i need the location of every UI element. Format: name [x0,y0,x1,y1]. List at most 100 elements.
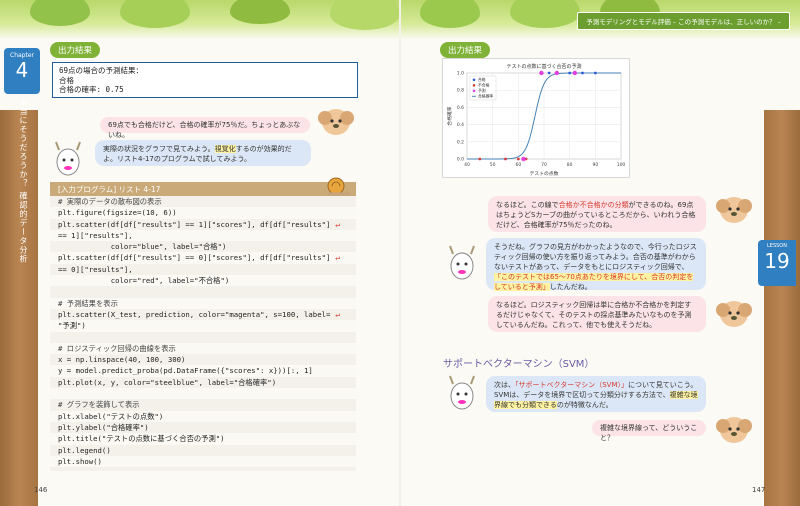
bubble-text: 実際の状況をグラフで見てみよう。 [103,145,215,153]
legend-marker [472,89,476,93]
speech-bubble: 複雑な境界線って、どういうこと？ [592,420,706,442]
legend-label: 合格確率 [478,94,493,99]
bubble-highlight: 「サポートベクターマシン（SVM）」 [515,381,628,389]
code-text: plt.scatter(df[df["results"] == 0]["scor… [58,253,331,263]
chart-title: テストの点数に基づく合否の予測 [506,63,581,70]
code-line: plt.plot(x, y, color="steelblue", label=… [50,377,356,388]
code-comment-line: # グラフを装飾して表示 [50,399,356,410]
line-continuation-icon: ↵ [330,219,341,229]
bubble-text: 次は、 [494,381,515,389]
x-tick-label: 100 [617,162,626,168]
line-continuation-icon: ↵ [330,309,341,319]
code-text: plt.plot(x, y, color="steelblue", label=… [58,377,277,387]
data-point [539,70,544,76]
legend-marker [472,78,476,82]
running-header: 予測モデリングとモデル評価 – この予測モデルは、正しいのか？ – [577,12,790,30]
code-line: plt.title("テストの点数に基づく合否の予測") [50,433,356,445]
data-point [504,157,507,161]
output-line: 合格の確率: 0.75 [59,85,124,94]
data-point [521,156,526,162]
code-text: # 予測結果を表示 [58,298,118,308]
code-text: plt.ylabel("合格確率") [58,422,149,432]
speech-bubble: 実際の状況をグラフで見てみよう。視覚化するのが効果的だよ。リスト4-17のプログ… [95,140,311,166]
code-text: color="blue", label="合格") [58,242,227,252]
legend-label: 予測 [478,88,486,93]
code-line: plt.scatter(df[df["results"] == 1]["scor… [50,219,356,230]
code-text: plt.scatter(X_test, prediction, color="m… [58,309,331,319]
speech-bubble: そうだね。グラフの見方がわかったようなので、今行ったロジスティック回帰の使い方を… [486,238,706,291]
code-line: color="blue", label="合格") [50,241,356,252]
lesson-number: 19 [764,249,790,273]
data-point [581,71,584,75]
logistic-chart: 40 50 60 70 80 90 100 0.0 0.2 0.4 0.6 0.8 1.0 テストの点数に… [442,58,630,178]
code-text: plt.title("テストの点数に基づく合否の予測") [58,434,225,444]
tree-trunk-right [764,110,800,506]
y-tick-label: 0.4 [457,122,464,128]
y-tick-label: 0.0 [457,157,464,163]
page-number-left: 146 [34,486,48,494]
code-line [50,388,356,400]
code-text: plt.legend() [58,445,111,455]
snail-icon [326,176,352,196]
code-listing-title: [入力プログラム] リスト 4-17 [50,182,356,196]
code-line: plt.show() [50,455,356,468]
speech-bubble: なるほど。この線で合格か不合格かの分類ができるのね。69点はちょうどSカーブの曲… [488,196,706,232]
code-text: # 実際のデータの散布図の表示 [58,197,162,206]
y-tick-label: 0.6 [457,105,464,111]
code-line: x = np.linspace(40, 100, 300) [50,354,356,365]
bubble-highlight: 合格か不合格かの分類 [558,201,629,209]
code-line: plt.figure(figsize=(10, 6)) [50,207,356,219]
legend-label: 不合格 [478,83,490,88]
page-gutter [399,0,401,506]
line-continuation-icon: ↵ [330,253,341,263]
code-listing: # 実際のデータの散布図の表示 plt.figure(figsize=(10, 6… [50,196,356,471]
goat-character-avatar [50,140,86,180]
x-tick-label: 50 [490,162,496,168]
data-point [478,157,482,161]
output-result-box: 69点の場合の予測結果： 合格 合格の確率: 0.75 [52,62,358,98]
lesson-tab: LESSON 19 [758,240,796,286]
code-comment-line: # 予測結果を表示 [50,297,356,309]
output-line: 69点の場合の予測結果： [59,66,144,75]
section-heading-svm: サポートベクターマシン（SVM） [443,359,595,370]
bubble-text: そうだね。グラフの見方がわかったようなので、今行ったロジスティック回帰の使い方を… [494,243,697,271]
data-point [516,157,520,161]
data-point [572,70,577,76]
code-text: plt.show() [58,456,102,466]
code-text: == 0]["results"], [58,264,133,274]
leaf-decoration [420,0,480,28]
bubble-text: のが特徴なんだ。 [556,401,613,409]
legend-label: 合格 [478,77,486,82]
code-line: plt.xlabel("テストの点数") [50,410,356,422]
data-point [568,71,572,75]
dog-character-avatar [316,104,356,140]
chapter-tab: Chapter 4 [4,48,40,94]
x-tick-label: 80 [567,162,573,168]
y-tick-label: 0.2 [457,139,464,145]
code-line: y = model.predict_proba(pd.DataFrame({"s… [50,365,356,377]
bubble-text: なるほど。この線で [496,201,559,209]
dog-character-avatar [714,192,754,228]
code-line: plt.legend() [50,445,356,456]
x-axis-label: テストの点数 [530,170,559,177]
bubble-highlight: 視覚化 [214,145,236,153]
leaf-decoration [30,0,90,26]
output-section-label: 出力結果 [440,42,491,58]
leaf-decoration [230,0,290,24]
code-text: plt.xlabel("テストの点数") [58,411,164,421]
page-number-right: 147 [752,486,766,494]
code-line: plt.scatter(X_test, prediction, color="m… [50,309,356,320]
code-line: color="red", label="不合格") [50,275,356,287]
chapter-number: 4 [15,58,29,82]
bubble-highlight: 「このテストでは65～70点あたりを境界にして、合否の判定をしていると予測」 [494,273,694,291]
data-point [593,71,597,75]
speech-bubble: 69点でも合格だけど、合格の確率が75％だ。ちょっとあぶないね。 [100,117,310,139]
code-text: "予測") [58,321,86,331]
y-tick-label: 1.0 [457,71,464,77]
output-line: 合格 [59,75,74,85]
speech-bubble: なるほど。ロジスティック回帰は単に合格か不合格かを判定するだけじゃなくて、そのテ… [488,296,706,332]
chapter-vertical-title: 本当にそうだろうか？ 確認的データ分析 [19,98,28,264]
output-section-label: 出力結果 [50,42,101,58]
y-tick-label: 0.8 [457,88,464,94]
legend-marker [472,84,476,87]
